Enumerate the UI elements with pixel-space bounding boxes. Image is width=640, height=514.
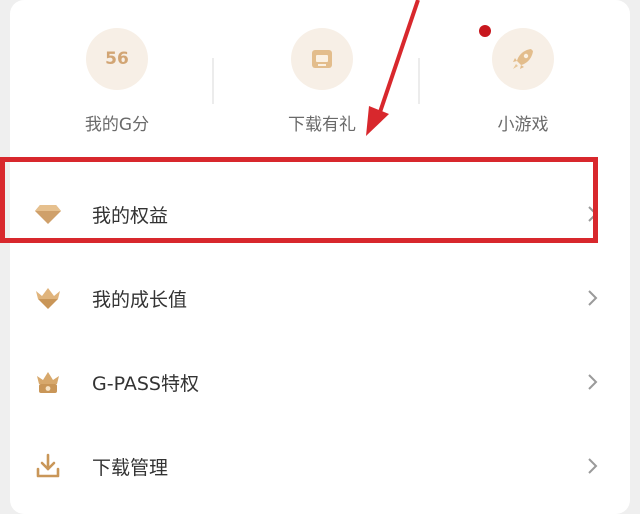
divider — [212, 58, 214, 104]
menu-item-download-manager[interactable]: 下载管理 — [10, 425, 630, 507]
notification-dot — [479, 25, 491, 37]
shortcut-label: 小游戏 — [497, 115, 549, 135]
highlight-box — [0, 157, 598, 243]
menu-item-growth-value[interactable]: 我的成长值 — [10, 257, 630, 339]
divider — [418, 58, 420, 104]
crown-badge-icon — [32, 366, 64, 398]
chevron-right-icon — [588, 458, 598, 474]
shortcut-download-gift[interactable]: 下载有礼 — [237, 28, 407, 135]
chevron-right-icon — [588, 374, 598, 390]
shortcut-label: 下载有礼 — [288, 115, 356, 135]
shortcut-mini-games[interactable]: 小游戏 — [438, 28, 608, 135]
score-value: 56 — [105, 49, 129, 69]
download-icon — [32, 450, 64, 482]
shortcut-label: 我的G分 — [84, 115, 150, 135]
menu-card: 56 我的G分 下载有礼 小游戏 我的权益 我的成长值 G-PASS特权 下载管… — [10, 0, 630, 514]
menu-item-label: G-PASS特权 — [92, 372, 199, 395]
shortcut-my-g-score[interactable]: 56 我的G分 — [32, 28, 202, 135]
menu-item-label: 下载管理 — [92, 456, 169, 479]
menu-item-label: 我的成长值 — [92, 288, 188, 311]
score-icon: 56 — [86, 28, 148, 90]
rocket-icon — [492, 28, 554, 90]
chevron-right-icon — [588, 290, 598, 306]
menu-item-g-pass[interactable]: G-PASS特权 — [10, 341, 630, 423]
gift-box-icon — [291, 28, 353, 90]
heart-crown-icon — [32, 282, 64, 314]
